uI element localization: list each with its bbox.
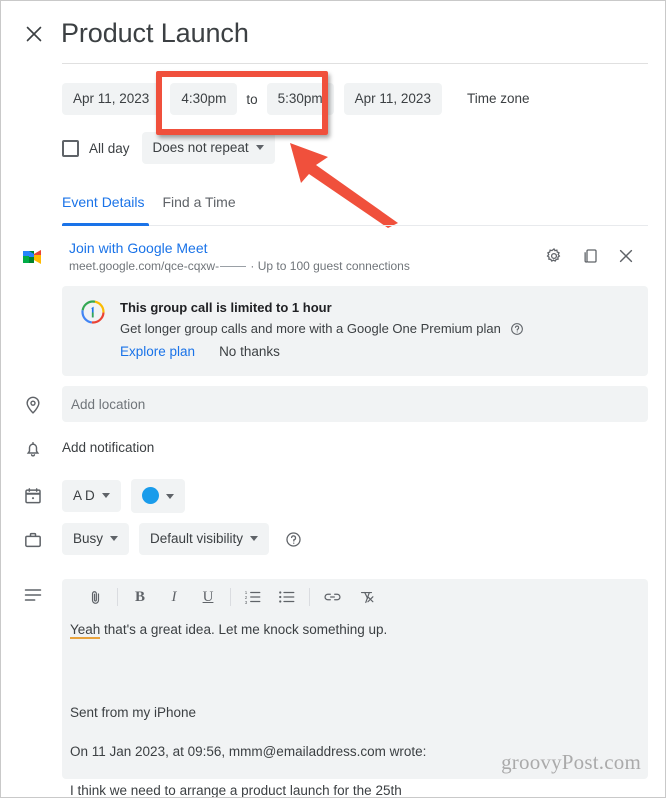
location-placeholder: Add location — [71, 396, 146, 412]
add-notification-button[interactable]: Add notification — [62, 440, 154, 455]
help-circle-icon[interactable] — [510, 322, 524, 339]
time-range-separator: to — [246, 91, 258, 107]
gear-icon[interactable] — [545, 247, 563, 265]
promo-actions: Explore plan No thanks — [120, 344, 280, 359]
time-zone-button[interactable]: Time zone — [456, 83, 541, 115]
toolbar-divider — [309, 588, 310, 606]
close-icon[interactable] — [21, 21, 47, 47]
event-color-select[interactable] — [130, 479, 185, 513]
redacted-url-segment — [220, 266, 247, 267]
description-line-1: Yeah that's a great idea. Let me knock s… — [70, 621, 640, 639]
recurrence-value: Does not repeat — [152, 140, 249, 155]
availability-row: Busy Default visibility — [62, 523, 302, 555]
visibility-value: Default visibility — [150, 531, 244, 546]
promo-title: This group call is limited to 1 hour — [120, 300, 332, 315]
chevron-down-icon — [255, 145, 264, 150]
calendar-row: A D — [62, 479, 185, 513]
visibility-select[interactable]: Default visibility — [139, 523, 270, 555]
color-swatch — [141, 487, 159, 504]
close-icon[interactable] — [617, 247, 635, 265]
underline-icon[interactable]: U — [191, 582, 225, 612]
bell-icon — [23, 438, 43, 465]
busy-value: Busy — [73, 531, 104, 546]
busy-select[interactable]: Busy — [62, 523, 130, 555]
svg-text:3: 3 — [245, 600, 248, 605]
bold-icon[interactable]: B — [123, 582, 157, 612]
description-line-4: I think we need to arrange a product lau… — [70, 783, 402, 798]
calendar-icon — [23, 486, 43, 511]
toolbar-divider — [230, 588, 231, 606]
numbered-list-icon[interactable]: 1 2 3 — [236, 582, 270, 612]
chevron-down-icon — [101, 493, 110, 498]
watermark: groovyPost.com — [501, 750, 641, 774]
chevron-down-icon — [165, 494, 174, 499]
calendar-select[interactable]: A D — [62, 480, 121, 512]
schedule-row: Apr 11, 2023 4:30pm to 5:30pm Apr 11, 20… — [62, 83, 540, 115]
location-pin-icon — [23, 394, 43, 421]
all-day-row: All day Does not repeat — [62, 132, 275, 164]
no-thanks-button[interactable]: No thanks — [219, 344, 280, 359]
bulleted-list-icon[interactable] — [270, 582, 304, 612]
briefcase-icon — [23, 530, 43, 555]
description-blank-space — [70, 649, 640, 704]
page-title[interactable]: Product Launch — [61, 18, 249, 49]
join-with-google-meet-link[interactable]: Join with Google Meet — [69, 240, 208, 256]
description-toolbar: B I U 1 2 3 — [62, 579, 648, 615]
explore-plan-button[interactable]: Explore plan — [120, 344, 195, 359]
arrow-annotation — [290, 143, 398, 228]
start-time-field[interactable]: 4:30pm — [170, 83, 238, 115]
google-one-icon — [80, 299, 106, 325]
copy-icon[interactable] — [581, 247, 599, 265]
tab-find-a-time[interactable]: Find a Time — [162, 194, 235, 221]
recurrence-dropdown[interactable]: Does not repeat — [141, 132, 275, 164]
active-tab-indicator — [62, 223, 149, 226]
tab-bar: Event Details Find a Time — [62, 194, 236, 221]
start-date-field[interactable]: Apr 11, 2023 — [62, 83, 161, 115]
meet-guest-note: · Up to 100 guest connections — [250, 259, 410, 273]
meet-url: meet.google.com/qce-cqxw- — [69, 259, 220, 273]
promo-subtitle: Get longer group calls and more with a G… — [120, 321, 524, 339]
description-lines-icon — [23, 587, 43, 608]
chevron-down-icon — [110, 536, 119, 541]
italic-icon[interactable]: I — [157, 582, 191, 612]
event-editor-window: Product Launch Apr 11, 2023 4:30pm to 5:… — [0, 0, 666, 798]
remove-formatting-icon[interactable] — [349, 582, 383, 612]
window-header: Product Launch — [1, 1, 665, 67]
link-icon[interactable] — [315, 582, 349, 612]
promo-subtitle-text: Get longer group calls and more with a G… — [120, 321, 501, 336]
google-one-promo-card: This group call is limited to 1 hour Get… — [62, 286, 648, 376]
title-divider — [62, 63, 648, 64]
description-editor[interactable]: B I U 1 2 3 Yeah that's a great idea. Le… — [62, 579, 648, 797]
calendar-name: A D — [73, 488, 95, 503]
end-date-field[interactable]: Apr 11, 2023 — [343, 83, 442, 115]
meet-actions — [545, 247, 635, 265]
all-day-label: All day — [89, 140, 130, 156]
end-time-field[interactable]: 5:30pm — [266, 83, 334, 115]
toolbar-divider — [117, 588, 118, 606]
google-meet-icon — [21, 246, 47, 268]
tab-event-details[interactable]: Event Details — [62, 194, 144, 221]
misspelled-word: Yeah — [70, 622, 101, 639]
description-line-1-rest: that's a great idea. Let me knock someth… — [100, 622, 388, 637]
all-day-checkbox[interactable] — [62, 139, 79, 157]
description-line-2: Sent from my iPhone — [70, 705, 197, 720]
location-input[interactable]: Add location — [62, 386, 648, 422]
help-circle-icon[interactable] — [285, 531, 302, 548]
tab-bar-divider — [149, 225, 648, 226]
chevron-down-icon — [250, 536, 259, 541]
meet-details: meet.google.com/qce-cqxw- · Up to 100 gu… — [69, 259, 410, 273]
paperclip-icon[interactable] — [78, 582, 112, 612]
